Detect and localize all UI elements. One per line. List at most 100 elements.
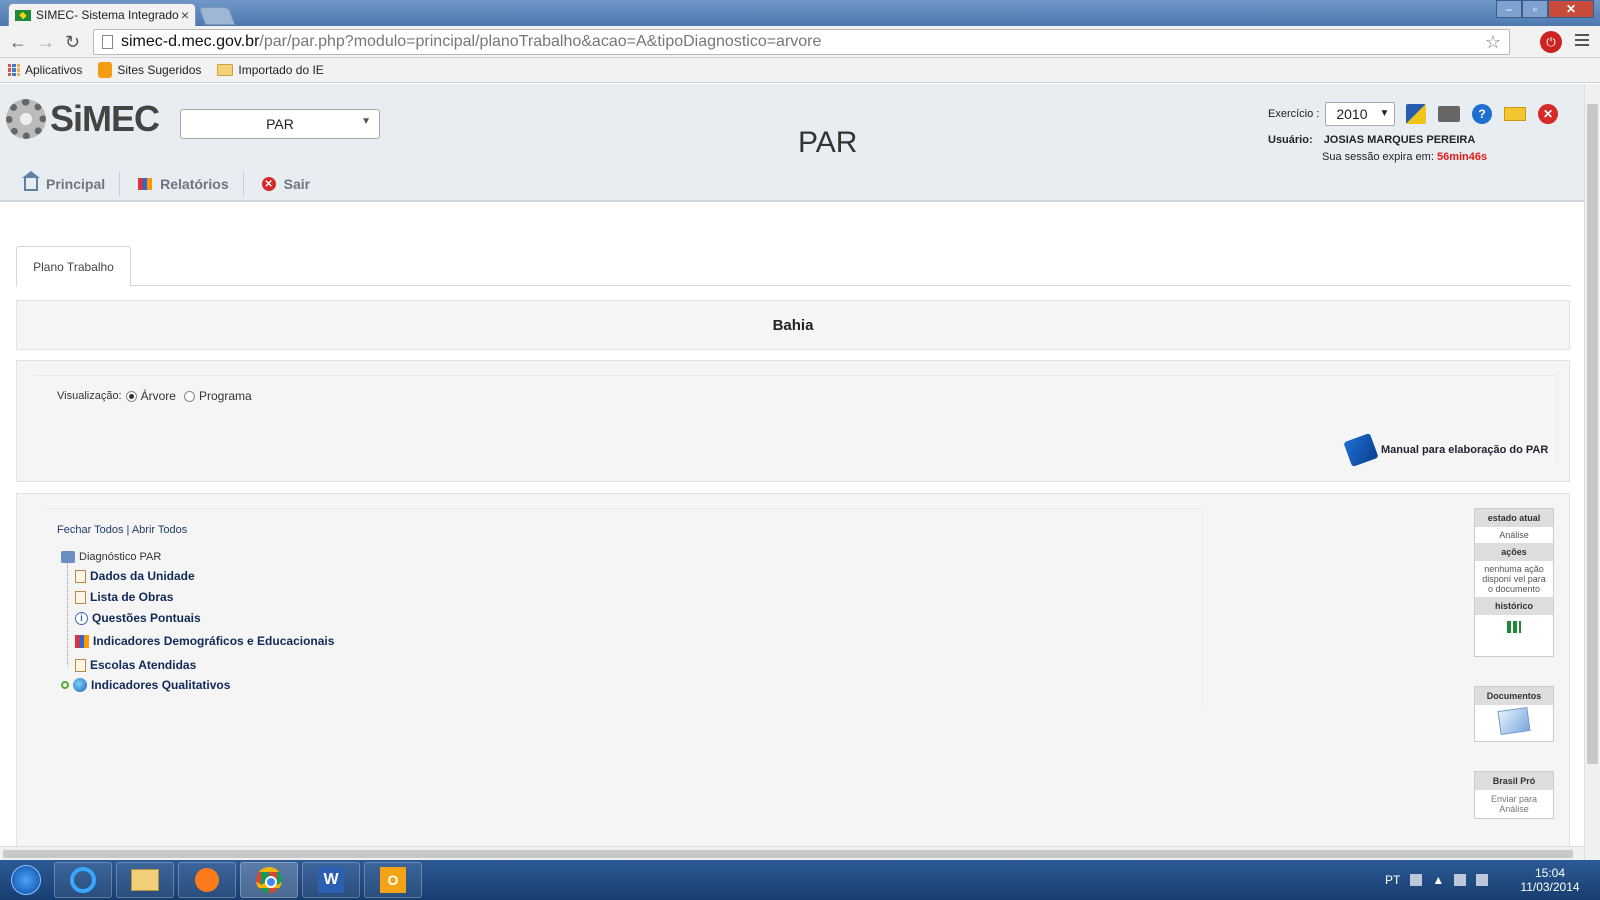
back-arrow-icon[interactable]: ← [9, 32, 27, 53]
taskbar-chrome[interactable] [240, 862, 298, 898]
tree-item-escolas-atendidas[interactable]: Escolas Atendidas [75, 658, 196, 672]
action-center-flag-icon[interactable] [1454, 874, 1467, 886]
network-icon[interactable] [1476, 874, 1489, 886]
tray-expand-icon[interactable]: ▲ [1432, 873, 1444, 887]
tab-close-icon[interactable]: × [181, 7, 189, 23]
print-icon[interactable] [1438, 106, 1460, 122]
documents-icon[interactable] [1497, 707, 1531, 735]
fechar-todos-link[interactable]: Fechar Todos [57, 524, 123, 536]
taskbar-word[interactable]: W [302, 862, 360, 898]
forward-arrow-icon[interactable]: → [37, 32, 55, 53]
new-tab-button[interactable] [198, 7, 236, 25]
url-path: /par/par.php?modulo=principal/planoTraba… [259, 33, 822, 50]
globe-icon [73, 678, 87, 692]
tree-root[interactable]: Diagnóstico PAR [61, 551, 161, 563]
tree-item-lista-obras[interactable]: Lista de Obras [75, 590, 173, 604]
book-icon [1343, 432, 1379, 468]
window-close-button[interactable]: ✕ [1548, 0, 1594, 18]
mail-icon[interactable] [1504, 107, 1526, 121]
radio-programa[interactable] [183, 390, 195, 402]
internet-explorer-icon [70, 867, 96, 893]
keyboard-icon[interactable] [1410, 874, 1423, 886]
workflow-panel: estado atual Análise ações nenhuma ação … [1474, 508, 1554, 657]
logo-text: SiMEC [50, 98, 160, 139]
suggested-sites-icon [98, 62, 113, 78]
nav-relatorios[interactable]: Relatórios [134, 171, 242, 197]
tree-box: Fechar Todos | Abrir Todos Diagnóstico P… [16, 493, 1570, 848]
module-select[interactable]: PAR ▼ [180, 109, 380, 139]
radio-arvore-label: Árvore [140, 389, 176, 403]
scrollbar-thumb[interactable] [1587, 104, 1598, 764]
extension-icon[interactable]: ⏻ [1540, 31, 1562, 53]
taskbar-media[interactable] [178, 862, 236, 898]
manual-link[interactable]: Manual para elaboração do PAR [1343, 432, 1548, 468]
tab-plano-trabalho[interactable]: Plano Trabalho [16, 246, 131, 287]
radio-arvore[interactable] [125, 390, 137, 402]
nav-sair[interactable]: ✕ Sair [258, 171, 324, 197]
content-tabbar: Plano Trabalho [16, 246, 1570, 287]
session-time: 56min46s [1436, 151, 1488, 163]
chrome-menu-icon[interactable] [1575, 34, 1589, 49]
reload-icon[interactable]: ↻ [65, 32, 80, 53]
info-icon: i [75, 611, 88, 625]
start-button[interactable] [2, 861, 50, 899]
tree-item-indicadores-qualitativos[interactable]: Indicadores Qualitativos [61, 678, 230, 692]
documentos-header: Documentos [1475, 687, 1553, 705]
tree-item-questoes-pontuais[interactable]: i Questões Pontuais [75, 611, 201, 625]
tree-item-dados-unidade[interactable]: Dados da Unidade [75, 569, 195, 583]
state-title: Bahia [772, 316, 814, 334]
minimize-button[interactable]: – [1496, 0, 1522, 18]
enviar-analise-action[interactable]: Enviar para Análise [1475, 790, 1553, 818]
taskbar-ie[interactable] [54, 862, 112, 898]
apps-grid-icon [8, 64, 20, 76]
abrir-todos-link[interactable]: Abrir Todos [132, 524, 187, 536]
tree-item-label: Indicadores Qualitativos [91, 678, 231, 692]
visualization-row: Visualização: Árvore Programa [57, 389, 256, 403]
exercicio-label: Exercício : [1268, 108, 1320, 120]
maximize-button[interactable]: ▫ [1522, 0, 1548, 18]
tree-item-indicadores-demograficos[interactable]: Indicadores Demográficos e Educacionais [75, 634, 334, 648]
system-clock[interactable]: 15:04 11/03/2014 [1510, 866, 1590, 894]
nav-label: Relatórios [160, 176, 229, 192]
main-nav: Principal Relatórios ✕ Sair [20, 170, 324, 197]
usuario-value: JOSIAS MARQUES PEREIRA [1323, 134, 1476, 146]
bookmark-aplicativos[interactable]: Aplicativos [8, 63, 82, 77]
exercicio-select[interactable]: 2010 ▼ [1325, 102, 1396, 126]
bookmark-star-icon[interactable]: ☆ [1485, 32, 1501, 53]
word-icon: W [318, 867, 344, 893]
tree-item-label: Indicadores Demográficos e Educacionais [93, 634, 335, 648]
brasil-pro-header: Brasil Pró [1475, 772, 1553, 790]
nav-principal[interactable]: Principal [20, 170, 119, 197]
visualization-box: Visualização: Árvore Programa Manual par… [16, 360, 1570, 482]
horizontal-scrollbar[interactable] [0, 846, 1584, 860]
simec-logo[interactable]: SiMEC [6, 98, 160, 140]
tab-title: SIMEC- Sistema Integrado [35, 8, 179, 22]
visualization-inner [33, 375, 1557, 465]
nav-label: Sair [283, 176, 311, 192]
gear-logo-icon [6, 99, 46, 139]
browser-tab[interactable]: SIMEC- Sistema Integrado × [8, 3, 196, 26]
clock-time: 15:04 [1534, 866, 1566, 880]
outlook-icon: O [380, 867, 406, 893]
bookmark-sites-sugeridos[interactable]: Sites Sugeridos [98, 62, 201, 78]
help-icon[interactable]: ? [1472, 104, 1492, 124]
history-tree-icon[interactable] [1507, 621, 1521, 633]
tree-item-label: Questões Pontuais [92, 611, 201, 625]
taskbar-outlook[interactable]: O [364, 862, 422, 898]
bookmark-importado-ie[interactable]: Importado do IE [217, 63, 324, 77]
header-icons: ? ✕ [1406, 104, 1558, 124]
taskbar-explorer[interactable] [116, 862, 174, 898]
flag-icon[interactable] [1406, 104, 1426, 124]
visualizacao-label: Visualização: [57, 390, 122, 402]
acoes-header: ações [1475, 543, 1553, 561]
vertical-scrollbar[interactable] [1584, 84, 1600, 860]
expand-icon[interactable] [61, 681, 69, 689]
language-indicator[interactable]: PT [1385, 873, 1400, 887]
chevron-down-icon: ▼ [1379, 108, 1390, 119]
scrollbar-thumb[interactable] [3, 850, 1573, 858]
brazil-flag-icon [15, 9, 31, 21]
address-bar[interactable]: simec-d.mec.gov.br/par/par.php?modulo=pr… [93, 29, 1510, 55]
close-icon[interactable]: ✕ [1538, 104, 1558, 124]
folder-icon [217, 64, 234, 76]
exercicio-value: 2010 [1336, 106, 1368, 122]
